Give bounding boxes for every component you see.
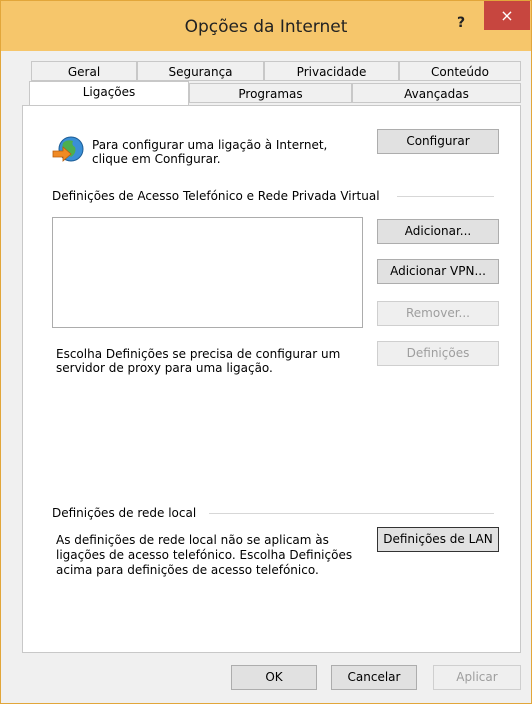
lan-group-label: Definições de rede local xyxy=(52,506,197,520)
tab-security[interactable]: Segurança xyxy=(137,61,264,81)
apply-button[interactable]: Aplicar xyxy=(433,665,521,690)
setup-text-line2: clique em Configurar. xyxy=(92,152,221,166)
lan-text-line3: acima para definições de acesso telefóni… xyxy=(56,563,319,577)
dialup-group-divider xyxy=(397,196,494,197)
help-button[interactable]: ? xyxy=(439,11,483,35)
lan-text-line1: As definições de rede local não se aplic… xyxy=(56,533,329,547)
tab-programs[interactable]: Programas xyxy=(189,83,352,103)
tab-privacy[interactable]: Privacidade xyxy=(264,61,399,81)
ok-button[interactable]: OK xyxy=(231,665,317,690)
configure-button[interactable]: Configurar xyxy=(377,129,499,154)
tab-general[interactable]: Geral xyxy=(31,61,137,81)
setup-text-line1: Para configurar uma ligação à Internet, xyxy=(92,138,328,152)
proxy-text-line2: servidor de proxy para uma ligação. xyxy=(56,361,273,375)
tab-connections[interactable]: Ligações xyxy=(29,81,189,105)
proxy-text-line1: Escolha Definições se precisa de configu… xyxy=(56,347,341,361)
settings-button[interactable]: Definições xyxy=(377,341,499,366)
remove-button[interactable]: Remover... xyxy=(377,301,499,326)
add-vpn-button[interactable]: Adicionar VPN... xyxy=(377,259,499,284)
internet-options-window: Opções da Internet ? × Geral Segurança P… xyxy=(0,0,532,704)
title-bar[interactable]: Opções da Internet ? × xyxy=(1,1,531,51)
network-globe-icon xyxy=(52,136,84,162)
tab-advanced[interactable]: Avançadas xyxy=(352,83,521,103)
lan-text-line2: ligações de acesso telefónico. Escolha D… xyxy=(56,548,353,562)
dialup-group-label: Definições de Acesso Telefónico e Rede P… xyxy=(52,189,380,203)
add-button[interactable]: Adicionar... xyxy=(377,219,499,244)
close-button[interactable]: × xyxy=(484,1,530,30)
cancel-button[interactable]: Cancelar xyxy=(331,665,417,690)
lan-group-divider xyxy=(209,513,494,514)
tab-content[interactable]: Conteúdo xyxy=(399,61,521,81)
connections-listbox[interactable] xyxy=(52,217,363,328)
lan-settings-button[interactable]: Definições de LAN xyxy=(377,527,499,552)
